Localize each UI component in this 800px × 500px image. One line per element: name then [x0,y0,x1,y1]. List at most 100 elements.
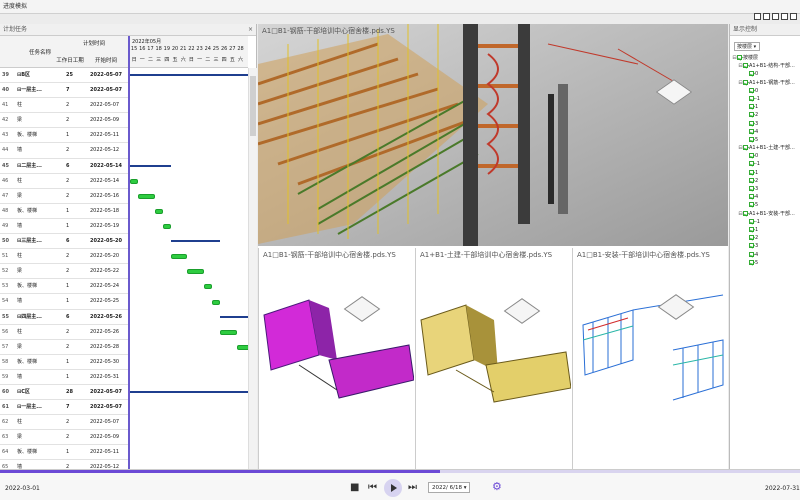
visibility-checkbox[interactable] [749,71,754,77]
tree-item[interactable]: 1 [732,103,799,111]
visibility-checkbox[interactable] [749,218,754,224]
table-row[interactable]: 60 ⊟C区 28 2022-05-07 [0,385,128,401]
layout-icon[interactable] [763,13,770,20]
tree-item[interactable]: 2 [732,234,799,242]
visibility-checkbox[interactable] [743,210,748,216]
tree-item[interactable]: ⊟ 按楼层 [732,54,799,62]
previous-button[interactable]: ⏮ [368,482,377,494]
table-row[interactable]: 47 梁 2 2022-05-16 [0,189,128,204]
table-row[interactable]: 45 ⊟二层主... 6 2022-05-14 [0,159,128,174]
visibility-checkbox[interactable] [749,87,754,93]
col-duration[interactable]: 工作日工期 [56,56,84,64]
table-row[interactable]: 58 板、楼梯 1 2022-05-30 [0,355,128,370]
table-row[interactable]: 42 梁 2 2022-05-09 [0,113,128,129]
visibility-checkbox[interactable] [749,104,754,110]
visibility-checkbox[interactable] [749,259,754,265]
tree-item[interactable]: 0 [732,152,799,160]
tree-item[interactable]: 3 [732,120,799,128]
tree-item[interactable]: 2 [732,111,799,119]
table-row[interactable]: 63 梁 2 2022-05-09 [0,430,128,446]
rebar-viewport[interactable]: A1□B1-钢筋-干部培训中心宿舍楼.pds.YS [258,248,414,469]
gantt-summary-bar[interactable] [220,315,248,318]
table-row[interactable]: 52 梁 2 2022-05-22 [0,264,128,280]
table-row[interactable]: 50 ⊟三层主... 6 2022-05-20 [0,234,128,250]
table-row[interactable]: 51 柱 2 2022-05-20 [0,249,128,265]
tree-item[interactable]: 4 [732,193,799,201]
visibility-checkbox[interactable] [749,251,754,257]
visibility-checkbox[interactable] [749,169,754,175]
visibility-checkbox[interactable] [749,202,754,208]
visibility-checkbox[interactable] [743,145,748,151]
tree-item[interactable]: -1 [732,160,799,168]
visibility-checkbox[interactable] [749,120,754,126]
gantt-task-bar[interactable] [154,208,163,214]
tree-item[interactable]: 3 [732,185,799,193]
restore-icon[interactable] [754,13,761,20]
tree-item[interactable]: 4 [732,251,799,259]
table-row[interactable]: 43 板、楼梯 1 2022-05-11 [0,128,128,144]
current-date-picker[interactable]: 2022/ 6/18 ▾ [428,482,470,493]
timeline-slider[interactable] [0,470,800,473]
visibility-checkbox[interactable] [749,235,754,241]
installation-viewport[interactable]: A1□B1-安装-干部培训中心宿舍楼.pds.YS [572,248,728,469]
visibility-checkbox[interactable] [743,63,748,69]
tree-item[interactable]: ⊟ A1+B1-安装-干部... [732,210,799,218]
visibility-checkbox[interactable] [749,128,754,134]
tree-item[interactable]: ⊟ A1+B1-结构-干部... [732,62,799,70]
visibility-checkbox[interactable] [743,79,748,85]
tree-item[interactable]: 1 [732,226,799,234]
table-row[interactable]: 53 板、楼梯 1 2022-05-24 [0,279,128,295]
gantt-task-bar[interactable] [171,254,188,260]
gantt-summary-bar[interactable] [171,240,221,243]
civil-viewport[interactable]: A1+B1-土建-干部培训中心宿舍楼.pds.YS [415,248,571,469]
gantt-task-bar[interactable] [212,299,221,305]
tree-item[interactable]: ⊟ A1+B1-土建-干部... [732,144,799,152]
visibility-checkbox[interactable] [749,95,754,101]
visibility-checkbox[interactable] [749,177,754,183]
visibility-checkbox[interactable] [737,55,742,60]
gantt-task-bar[interactable] [162,224,171,229]
close-icon[interactable]: × [248,24,253,36]
tree-item[interactable]: 3 [732,242,799,250]
visibility-checkbox[interactable] [749,186,754,191]
table-row[interactable]: 46 柱 2 2022-05-14 [0,174,128,189]
gantt-summary-bar[interactable] [130,164,171,167]
visibility-checkbox[interactable] [749,243,754,249]
table-row[interactable]: 40 ⊟一层主... 7 2022-05-07 [0,83,128,99]
tree-item[interactable]: 4 [732,128,799,136]
visibility-checkbox[interactable] [749,194,754,200]
visibility-checkbox[interactable] [749,161,754,167]
tree-item[interactable]: -1 [732,95,799,103]
table-row[interactable]: 44 墙 2 2022-05-12 [0,143,128,159]
gantt-task-bar[interactable] [236,344,248,350]
table-row[interactable]: 64 板、楼梯 1 2022-05-11 [0,445,128,461]
tree-item[interactable]: -1 [732,218,799,226]
table-row[interactable]: 59 墙 1 2022-05-31 [0,370,128,385]
main-3d-viewport[interactable]: A1□B1-钢筋-干部培训中心宿舍楼.pds.YS [258,24,728,246]
layout-icon[interactable] [772,13,779,20]
stop-button[interactable]: ■ [350,482,359,494]
tree-item[interactable]: 2 [732,177,799,185]
gantt-task-bar[interactable] [203,284,212,290]
tree-item[interactable]: 0 [732,70,799,78]
play-button[interactable] [384,479,402,497]
visibility-checkbox[interactable] [749,226,754,232]
tree-item[interactable]: 5 [732,201,799,209]
table-row[interactable]: 61 ⊟一层主... 7 2022-05-07 [0,400,128,416]
visibility-checkbox[interactable] [749,136,754,142]
table-row[interactable]: 39 ⊟B区 25 2022-05-07 [0,68,128,84]
scroll-thumb[interactable] [250,76,256,136]
gantt-task-bar[interactable] [130,178,139,184]
tree-item[interactable]: 5 [732,136,799,144]
table-row[interactable]: 56 柱 2 2022-05-26 [0,325,128,340]
visibility-checkbox[interactable] [749,112,754,118]
tree-item[interactable]: 0 [732,87,799,95]
tree-item[interactable]: 5 [732,259,799,267]
table-row[interactable]: 41 柱 2 2022-05-07 [0,98,128,114]
settings-gear-icon[interactable]: ⚙ [492,480,502,493]
table-row[interactable]: 62 柱 2 2022-05-07 [0,415,128,431]
col-task-name[interactable]: 任务名称 [18,48,62,56]
table-row[interactable]: 54 墙 1 2022-05-25 [0,294,128,310]
layout-icon[interactable] [790,13,797,20]
next-button[interactable]: ⏭ [408,482,417,494]
